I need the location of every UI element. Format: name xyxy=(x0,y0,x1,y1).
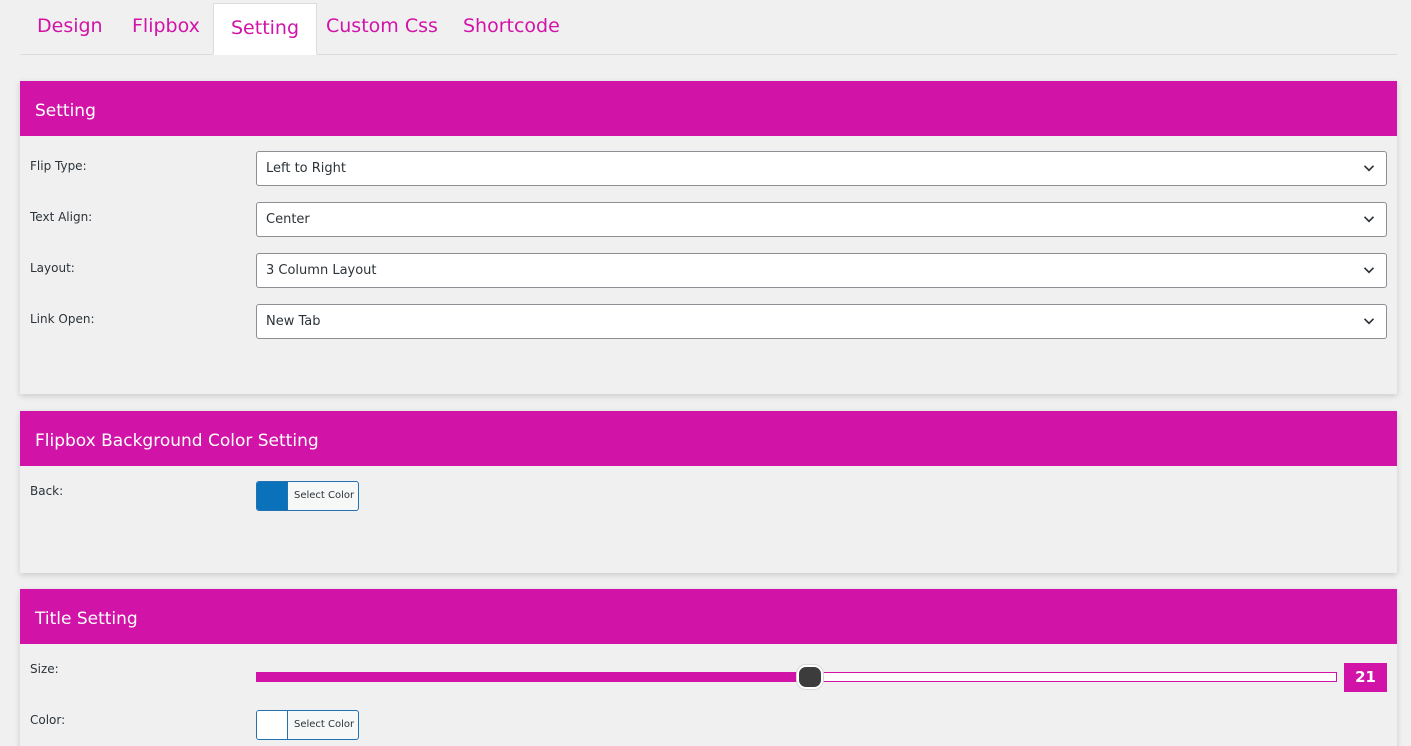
title-size-slider-fill xyxy=(257,672,810,682)
back-color-button[interactable]: Select Color xyxy=(256,481,359,511)
title-size-slider-handle[interactable] xyxy=(796,665,823,689)
back-color-label: Back: xyxy=(30,484,64,498)
tab-design[interactable]: Design xyxy=(20,3,120,49)
chevron-down-icon xyxy=(1363,318,1375,325)
title-setting-panel: Title Setting Size: 21 Color: Select Col… xyxy=(20,589,1397,746)
back-color-swatch xyxy=(257,482,288,510)
layout-select[interactable]: 3 Column Layout xyxy=(256,253,1387,288)
chevron-down-icon xyxy=(1363,216,1375,223)
tab-setting[interactable]: Setting xyxy=(213,3,318,55)
link-open-value: New Tab xyxy=(266,314,321,329)
back-color-button-label: Select Color xyxy=(294,490,355,501)
link-open-label: Link Open: xyxy=(30,312,95,326)
setting-panel-title: Setting xyxy=(20,81,1397,136)
chevron-down-icon xyxy=(1363,165,1375,172)
text-align-value: Center xyxy=(266,212,310,227)
title-color-button[interactable]: Select Color xyxy=(256,710,359,740)
tab-custom-css[interactable]: Custom Css xyxy=(309,3,455,49)
setting-panel: Setting Flip Type: Left to Right Text Al… xyxy=(20,81,1397,394)
title-size-value[interactable]: 21 xyxy=(1344,663,1387,692)
title-size-label: Size: xyxy=(30,662,59,676)
title-color-button-label: Select Color xyxy=(294,719,355,730)
tab-flipbox[interactable]: Flipbox xyxy=(115,3,217,49)
title-setting-panel-title: Title Setting xyxy=(20,589,1397,644)
link-open-select[interactable]: New Tab xyxy=(256,304,1387,339)
title-color-swatch xyxy=(257,711,288,739)
flip-type-label: Flip Type: xyxy=(30,159,87,173)
tab-shortcode[interactable]: Shortcode xyxy=(446,3,577,49)
title-size-slider[interactable] xyxy=(256,665,1337,689)
chevron-down-icon xyxy=(1363,267,1375,274)
text-align-label: Text Align: xyxy=(30,210,93,224)
layout-value: 3 Column Layout xyxy=(266,263,377,278)
title-color-label: Color: xyxy=(30,713,66,727)
layout-label: Layout: xyxy=(30,261,75,275)
tab-bar: Design Flipbox Setting Custom Css Shortc… xyxy=(20,0,1397,55)
text-align-select[interactable]: Center xyxy=(256,202,1387,237)
flip-type-value: Left to Right xyxy=(266,161,347,176)
background-color-panel-title: Flipbox Background Color Setting xyxy=(20,411,1397,466)
background-color-panel: Flipbox Background Color Setting Back: S… xyxy=(20,411,1397,573)
flip-type-select[interactable]: Left to Right xyxy=(256,151,1387,186)
